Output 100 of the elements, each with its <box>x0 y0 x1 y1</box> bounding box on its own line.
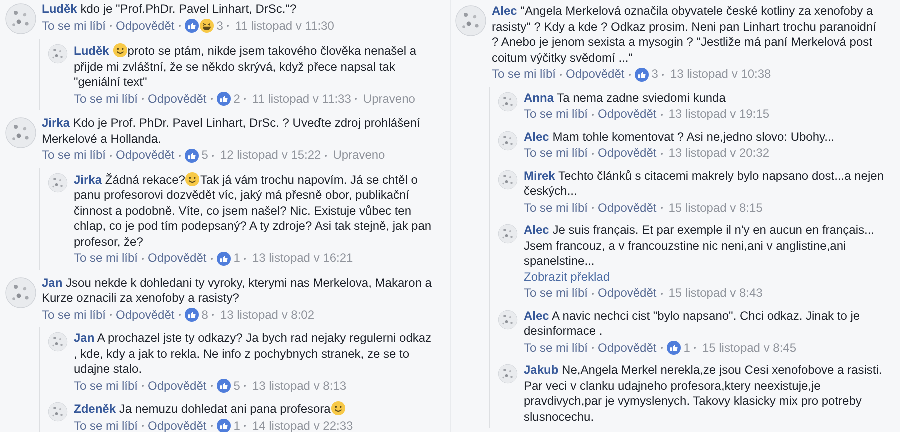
comment-text: Jakub Ne,Angela Merkel nerekla,ze jsou Cesi xenofobove a rasisti. Par veci v clanku udajneho profesora,ktery neexistuje,je pravdivych,par je vymyslenych. Takovy klasicky mix pro potreby slusnocechu. <box>524 363 884 425</box>
author-name[interactable]: Alec <box>524 223 550 237</box>
comment-text: Jan A prochazel jste ty odkazy? Ja bych rad nejaky regulerni odkaz , kde, kdy a jak to rekla. Ne info z pochybnych stranek, ze se to udajne stalo. <box>74 331 433 378</box>
comment-text: Anna Ta nema zadne sviedomi kunda <box>524 90 727 106</box>
author-name[interactable]: Alec <box>492 4 518 18</box>
like-link[interactable]: To se mi líbí <box>524 107 588 122</box>
laughing-icon[interactable] <box>200 19 214 34</box>
like-link[interactable]: To se mi líbí <box>74 378 138 394</box>
avatar-icon[interactable] <box>48 44 68 64</box>
like-link[interactable]: To se mi líbí <box>524 340 588 356</box>
smiley-icon <box>185 172 200 186</box>
author-name[interactable]: Jan <box>42 276 63 290</box>
like-link[interactable]: To se mi líbí <box>524 286 588 302</box>
like-link[interactable]: To se mi líbí <box>74 251 138 266</box>
author-name[interactable]: Zdeněk <box>74 402 116 416</box>
timestamp: 15 listopad v 8:45 <box>702 340 797 356</box>
thumbs-up-icon[interactable] <box>184 308 199 322</box>
comment-text: Alec Mam tohle komentovat ? Asi ne,jedno slovo: Ubohy... <box>524 130 836 145</box>
avatar-icon[interactable] <box>48 332 68 352</box>
thumbs-up-icon[interactable] <box>666 341 681 356</box>
avatar-icon[interactable] <box>48 402 68 422</box>
timestamp: 13 listopad v 8:02 <box>220 308 315 323</box>
reply-link[interactable]: Odpovědět <box>598 107 657 122</box>
reply-link[interactable]: Odpovědět <box>148 251 207 266</box>
translate-link[interactable]: Zobrazit překlad <box>524 270 610 284</box>
reaction-count: 8 <box>202 308 208 323</box>
like-link[interactable]: To se mi líbí <box>492 67 556 82</box>
edited-label: Upraveno <box>363 92 416 107</box>
reaction-count: 3 <box>652 67 658 82</box>
author-name[interactable]: Alec <box>524 308 550 322</box>
thumbs-up-icon[interactable] <box>634 68 649 82</box>
author-name[interactable]: Mirek <box>524 168 556 182</box>
author-name[interactable]: Anna <box>524 90 554 104</box>
avatar-icon[interactable] <box>498 92 518 112</box>
timestamp: 13 listopad v 20:32 <box>668 146 770 162</box>
timestamp: 12 listopad v 15:22 <box>220 148 322 164</box>
reaction-count: 5 <box>234 378 240 394</box>
thumbs-up-icon[interactable] <box>216 252 231 266</box>
thumbs-up-icon[interactable] <box>216 419 231 432</box>
timestamp: 11 listopad v 11:33 <box>252 92 352 107</box>
reaction-count: 2 <box>234 92 240 107</box>
reaction-count: 3 <box>216 18 224 34</box>
author-name[interactable]: Luděk <box>42 2 78 16</box>
reply-link[interactable]: Odpovědět <box>148 378 207 394</box>
comment-text: Luděk proto se ptám, nikde jsem takového člověka nenašel a přijde mi zvláštní, že se někdo skrývá, když přece napsal tak "geniální text" <box>74 43 418 90</box>
comment-text: Luděk kdo je "Prof.PhDr. Pavel Linhart, DrSc."? <box>42 2 298 18</box>
reply-link[interactable]: Odpovědět <box>566 67 625 82</box>
avatar-icon[interactable] <box>455 5 487 37</box>
comment-text: Zdeněk Ja nemuzu dohledat ani pana profesora <box>74 401 436 418</box>
reply-link[interactable]: Odpovědět <box>598 200 657 216</box>
edited-label: Upraveno <box>333 148 386 164</box>
comment-text: Jan Jsou nekde k dohledani ty vyroky, kterymi nas Merkelova, Makaron a Kurze oznacili za xenofoby a rasisty? <box>42 276 433 306</box>
reaction-count: 5 <box>202 148 208 164</box>
avatar-icon[interactable] <box>5 276 37 308</box>
avatar-icon[interactable] <box>48 172 68 192</box>
smiley-icon <box>112 43 128 58</box>
like-link[interactable]: To se mi líbí <box>42 18 106 34</box>
like-link[interactable]: To se mi líbí <box>42 308 106 323</box>
comment-text: Alec "Angela Merkelová označila obyvatele české kotliny za xenofoby a rasisty" ? Kdy a kde ? Odkaz prosim. Neni pan Linhart trochu paranoidní ? Anebo je jenom sexista a mysogin ? "Jestliže má paní Merkelová post coitum výčitky svědomí ..." <box>492 4 878 66</box>
reply-link[interactable]: Odpovědět <box>116 18 175 34</box>
avatar-icon[interactable] <box>498 364 518 384</box>
comment-text: Jirka Kdo je Prof. PhDr. Pavel Linhart, DrSc. ? Uveďte zdroj prohlášení Merkelové a Hollanda. <box>42 116 422 147</box>
avatar-icon[interactable] <box>498 310 518 330</box>
timestamp: 11 listopad v 11:30 <box>235 18 334 34</box>
thumbs-up-icon[interactable] <box>184 148 199 163</box>
author-name[interactable]: Luděk <box>74 44 110 58</box>
avatar-icon[interactable] <box>5 117 37 149</box>
author-name[interactable]: Alec <box>524 130 550 144</box>
reply-link[interactable]: Odpovědět <box>116 308 175 323</box>
timestamp: 13 listopad v 19:15 <box>668 107 770 122</box>
like-link[interactable]: To se mi líbí <box>74 418 138 432</box>
avatar-icon[interactable] <box>498 224 518 244</box>
like-link[interactable]: To se mi líbí <box>524 146 588 162</box>
reply-link[interactable]: Odpovědět <box>598 286 657 302</box>
reply-link[interactable]: Odpovědět <box>148 92 207 107</box>
timestamp: 13 listopad v 8:13 <box>252 378 347 394</box>
reply-link[interactable]: Odpovědět <box>598 340 657 356</box>
avatar-icon[interactable] <box>498 130 518 150</box>
reply-link[interactable]: Odpovědět <box>148 418 207 432</box>
timestamp: 14 listopad v 22:33 <box>252 418 354 432</box>
avatar-icon[interactable] <box>5 3 37 35</box>
reply-link[interactable]: Odpovědět <box>116 148 175 164</box>
thumbs-up-icon[interactable] <box>216 92 231 106</box>
timestamp: 15 listopad v 8:43 <box>668 286 763 302</box>
reply-link[interactable]: Odpovědět <box>598 146 657 162</box>
timestamp: 13 listopad v 16:21 <box>252 251 354 266</box>
reaction-count: 1 <box>684 340 690 356</box>
author-name[interactable]: Jirka <box>74 172 102 186</box>
author-name[interactable]: Jan <box>74 331 95 345</box>
like-link[interactable]: To se mi líbí <box>42 148 106 164</box>
smiley-icon <box>330 401 346 416</box>
like-link[interactable]: To se mi líbí <box>74 92 138 107</box>
comment-text: Mirek Techto článků s citacemi makrely bylo napsano dost...a nejen českých... <box>524 168 885 200</box>
author-name[interactable]: Jakub <box>524 363 559 377</box>
thumbs-up-icon[interactable] <box>184 19 199 34</box>
avatar-icon[interactable] <box>498 170 518 190</box>
like-link[interactable]: To se mi líbí <box>524 200 588 216</box>
author-name[interactable]: Jirka <box>42 116 70 130</box>
thumbs-up-icon[interactable] <box>216 379 231 394</box>
comment-text: Jirka Žádná rekace? Tak já vám trochu napovím. Já se chtěl o panu profesorovi dozvědět víc, jaký má přesně obor, publikační činnost a podobně. Víte, co jsem našel? Nic. Existuje vůbec ten chlap, co je pod tím podepsaný? A ty zdroje? Asi tak stejně, jak pan profesor, že? <box>74 172 433 250</box>
